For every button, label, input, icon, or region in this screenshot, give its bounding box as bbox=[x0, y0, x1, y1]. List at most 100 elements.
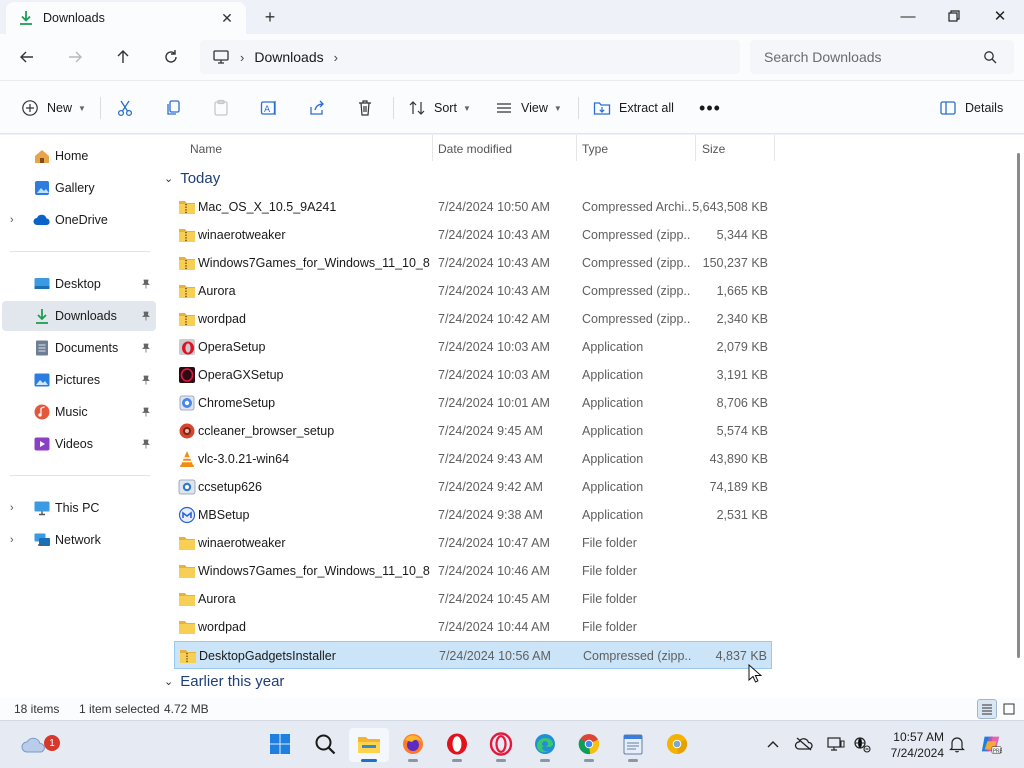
file-row[interactable]: Mac_OS_X_10.5_9A241 7/24/2024 10:50 AM Com… bbox=[174, 193, 772, 221]
file-row[interactable]: OperaGXSetup 7/24/2024 10:03 AM Applicatio… bbox=[174, 361, 772, 389]
refresh-button[interactable] bbox=[157, 43, 185, 71]
breadcrumb-separator-icon[interactable]: › bbox=[240, 50, 244, 65]
file-row[interactable]: Aurora 7/24/2024 10:43 AM Compressed (zipp… bbox=[174, 277, 772, 305]
pin-icon[interactable] bbox=[140, 406, 152, 418]
column-header-name[interactable]: Name bbox=[190, 137, 222, 161]
taskbar-file-explorer[interactable] bbox=[349, 728, 389, 762]
column-divider[interactable] bbox=[774, 135, 775, 161]
search-input[interactable] bbox=[764, 49, 974, 65]
file-row[interactable]: Aurora 7/24/2024 10:45 AM File folder bbox=[174, 585, 772, 613]
taskbar-notepad[interactable] bbox=[613, 728, 653, 762]
cut-button[interactable] bbox=[115, 93, 135, 123]
nav-item-desktop[interactable]: Desktop bbox=[2, 269, 156, 299]
start-button[interactable] bbox=[260, 728, 300, 762]
pin-icon[interactable] bbox=[140, 342, 152, 354]
file-row[interactable]: ccleaner_browser_setup 7/24/2024 9:45 AM A… bbox=[174, 417, 772, 445]
up-button[interactable] bbox=[109, 43, 137, 71]
taskbar-edge[interactable] bbox=[525, 728, 565, 762]
file-row[interactable]: Windows7Games_for_Windows_11_10_8 7/24/20… bbox=[174, 249, 772, 277]
chevron-right-icon[interactable]: › bbox=[10, 214, 14, 226]
column-header-type[interactable]: Type bbox=[582, 137, 608, 161]
delete-button[interactable] bbox=[355, 93, 375, 123]
rename-button[interactable]: A bbox=[259, 93, 279, 123]
minimize-button[interactable]: — bbox=[885, 0, 931, 32]
new-button[interactable]: New ▼ bbox=[20, 93, 86, 123]
weather-widget[interactable]: 1 bbox=[14, 728, 60, 762]
nav-item-videos[interactable]: Videos bbox=[2, 429, 156, 459]
taskbar-clock[interactable]: 10:57 AM 7/24/2024 bbox=[882, 729, 944, 761]
view-button[interactable]: View ▼ bbox=[494, 93, 562, 123]
vertical-scrollbar[interactable] bbox=[1014, 135, 1024, 698]
file-row[interactable]: wordpad 7/24/2024 10:44 AM File folder bbox=[174, 613, 772, 641]
display-icon[interactable] bbox=[825, 733, 847, 755]
tab-downloads[interactable]: Downloads ✕ bbox=[6, 2, 246, 34]
pin-icon[interactable] bbox=[140, 438, 152, 450]
paste-button[interactable] bbox=[211, 93, 231, 123]
file-row[interactable]: wordpad 7/24/2024 10:42 AM Compressed (zip… bbox=[174, 305, 772, 333]
running-indicator bbox=[628, 759, 638, 762]
tiles-view-button[interactable] bbox=[999, 699, 1019, 719]
column-header-date-modified[interactable]: Date modified bbox=[438, 137, 512, 161]
taskbar-chrome-canary[interactable] bbox=[657, 728, 697, 762]
nav-item-downloads[interactable]: Downloads bbox=[2, 301, 156, 331]
forward-button[interactable] bbox=[61, 43, 89, 71]
nav-item-music[interactable]: Music bbox=[2, 397, 156, 427]
chevron-right-icon[interactable]: › bbox=[10, 534, 14, 546]
nav-item-network[interactable]: › Network bbox=[2, 525, 156, 555]
show-hidden-icons-button[interactable] bbox=[762, 733, 784, 755]
maximize-button[interactable] bbox=[931, 0, 977, 32]
scrollbar-thumb[interactable] bbox=[1017, 153, 1020, 658]
more-options-button[interactable]: ••• bbox=[699, 93, 720, 123]
column-divider[interactable] bbox=[576, 135, 577, 161]
file-row[interactable]: OperaSetup 7/24/2024 10:03 AM Application 2… bbox=[174, 333, 772, 361]
nav-item-home[interactable]: Home bbox=[2, 141, 156, 171]
back-button[interactable] bbox=[13, 43, 41, 71]
sort-button[interactable]: Sort ▼ bbox=[407, 93, 471, 123]
onedrive-offline-icon[interactable] bbox=[793, 733, 815, 755]
breadcrumb-downloads[interactable]: Downloads bbox=[254, 49, 323, 65]
taskbar-firefox[interactable] bbox=[393, 728, 433, 762]
copy-button[interactable] bbox=[163, 93, 183, 123]
pin-icon[interactable] bbox=[140, 310, 152, 322]
notifications-bell-icon[interactable] bbox=[946, 733, 968, 755]
file-row[interactable]: vlc-3.0.21-win64 7/24/2024 9:43 AM Applica… bbox=[174, 445, 772, 473]
file-row[interactable]: Windows7Games_for_Windows_11_10_8 7/24/20… bbox=[174, 557, 772, 585]
search-box[interactable] bbox=[750, 40, 1014, 74]
taskbar-opera[interactable] bbox=[437, 728, 477, 762]
breadcrumb-chevron-icon[interactable]: › bbox=[334, 50, 338, 65]
details-view-button[interactable] bbox=[977, 699, 997, 719]
network-status-icon[interactable] bbox=[851, 733, 873, 755]
column-divider[interactable] bbox=[695, 135, 696, 161]
extract-all-button[interactable]: Extract all bbox=[592, 93, 674, 123]
share-button[interactable] bbox=[307, 93, 327, 123]
details-pane-button[interactable]: Details bbox=[938, 93, 1003, 123]
taskbar-search-button[interactable] bbox=[305, 728, 345, 762]
group-header-today[interactable]: ⌄ Today bbox=[164, 165, 220, 191]
malwarebytes-icon bbox=[178, 506, 196, 524]
close-window-button[interactable]: ✕ bbox=[977, 0, 1023, 32]
nav-item-pictures[interactable]: Pictures bbox=[2, 365, 156, 395]
file-row[interactable]: ChromeSetup 7/24/2024 10:01 AM Application… bbox=[174, 389, 772, 417]
chevron-right-icon[interactable]: › bbox=[10, 502, 14, 514]
address-bar[interactable]: › Downloads › bbox=[200, 40, 740, 74]
new-tab-button[interactable]: + bbox=[258, 5, 282, 29]
copilot-icon[interactable]: PRE bbox=[980, 733, 1002, 755]
nav-item-documents[interactable]: Documents bbox=[2, 333, 156, 363]
file-row[interactable]: ccsetup626 7/24/2024 9:42 AM Application 74… bbox=[174, 473, 772, 501]
file-row[interactable]: winaerotweaker 7/24/2024 10:43 AM Compress… bbox=[174, 221, 772, 249]
file-row[interactable]: DesktopGadgetsInstaller 7/24/2024 10:56 A… bbox=[174, 641, 772, 669]
nav-item-onedrive[interactable]: › OneDrive bbox=[2, 205, 156, 235]
pin-icon[interactable] bbox=[140, 374, 152, 386]
tab-close-button[interactable]: ✕ bbox=[214, 6, 240, 30]
pin-icon[interactable] bbox=[140, 278, 152, 290]
column-header-size[interactable]: Size bbox=[702, 137, 725, 161]
home-icon bbox=[33, 147, 51, 165]
file-row[interactable]: MBSetup 7/24/2024 9:38 AM Application 2,531… bbox=[174, 501, 772, 529]
taskbar-opera-gx[interactable] bbox=[481, 728, 521, 762]
nav-item-this-pc[interactable]: › This PC bbox=[2, 493, 156, 523]
file-row[interactable]: winaerotweaker 7/24/2024 10:47 AM File fol… bbox=[174, 529, 772, 557]
nav-item-gallery[interactable]: Gallery bbox=[2, 173, 156, 203]
taskbar-chrome[interactable] bbox=[569, 728, 609, 762]
column-divider[interactable] bbox=[432, 135, 433, 161]
group-header-earlier-this-year[interactable]: ⌄ Earlier this year bbox=[164, 668, 284, 694]
